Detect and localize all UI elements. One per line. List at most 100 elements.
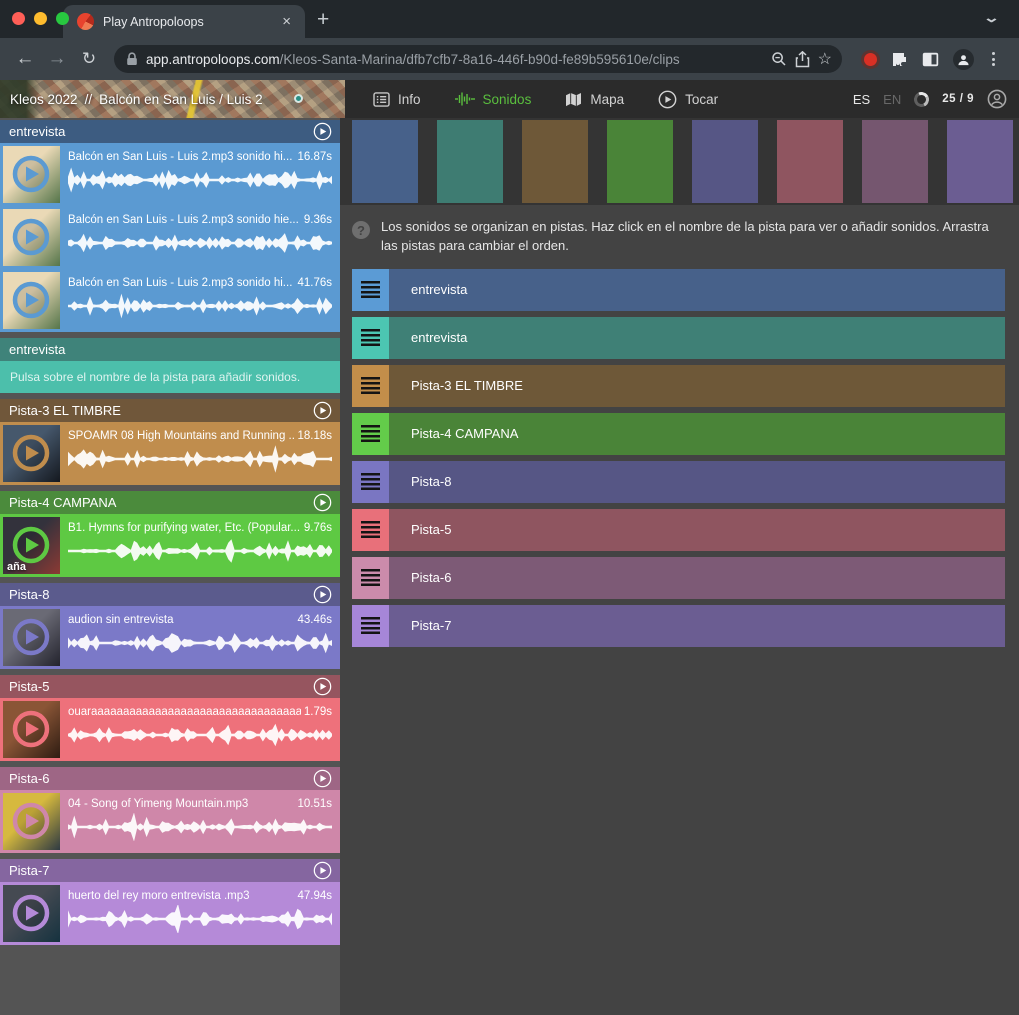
track-row[interactable]: Pista-5 (352, 509, 1005, 551)
clip-thumbnail[interactable] (3, 272, 60, 329)
track-row[interactable]: Pista-4 CAMPANA (352, 413, 1005, 455)
address-bar[interactable]: app.antropoloops.com/Kleos-Santa-Marina/… (114, 45, 842, 73)
bookmark-star-icon[interactable]: ☆ (818, 49, 832, 69)
track-drag-handle[interactable] (352, 317, 389, 359)
track-row-body[interactable]: Pista-7 (389, 605, 1005, 647)
favicon-antropoloops (77, 13, 94, 30)
sidebar-track-name: Pista-4 CAMPANA (9, 495, 116, 510)
clip-thumb-label: aña (7, 561, 26, 573)
browser-tab[interactable]: Play Antropoloops × (63, 5, 305, 38)
audio-clip[interactable]: Balcón en San Luis - Luis 2.mp3 sonido h… (0, 206, 340, 269)
lang-es[interactable]: ES (853, 92, 870, 107)
track-row-body[interactable]: entrevista (389, 269, 1005, 311)
record-indicator-icon[interactable] (864, 53, 877, 66)
sidebar-track-group: Pista-7 huerto del rey moro entrevista .… (0, 859, 340, 945)
zoom-level-icon[interactable] (771, 51, 787, 67)
browser-menu-icon[interactable] (988, 52, 999, 66)
tab-search-chevron-icon[interactable]: ⌄ (983, 10, 1000, 26)
extension-puzzle-icon[interactable] (891, 51, 908, 68)
page-title: Balcón en San Luis / Luis 2 (99, 92, 263, 107)
track-drag-handle[interactable] (352, 413, 389, 455)
clip-thumbnail[interactable] (3, 425, 60, 482)
back-button[interactable]: ← (12, 48, 38, 70)
audio-clip[interactable]: aña B1. Hymns for purifying water, Etc. … (0, 514, 340, 577)
clip-play-icon (11, 217, 51, 257)
track-row-body[interactable]: Pista-5 (389, 509, 1005, 551)
clip-waveform (68, 537, 332, 565)
drag-grip-icon (361, 473, 380, 490)
clip-thumbnail[interactable] (3, 609, 60, 666)
track-color-swatch (607, 120, 673, 203)
audio-clip[interactable]: 04 - Song of Yimeng Mountain.mp3 10.51s (0, 790, 340, 853)
track-drag-handle[interactable] (352, 461, 389, 503)
audio-clip[interactable]: huerto del rey moro entrevista .mp3 47.9… (0, 882, 340, 945)
sidebar-track-header[interactable]: Pista-8 (0, 583, 340, 606)
track-play-icon[interactable] (313, 122, 332, 141)
nav-sonidos[interactable]: Sonidos (455, 92, 532, 107)
clip-title: huerto del rey moro entrevista .mp3 (68, 890, 294, 902)
track-row-body[interactable]: Pista-4 CAMPANA (389, 413, 1005, 455)
audio-clip[interactable]: ouaraaaaaaaaaaaaaaaaaaaaaaaaaaaaaaaaaaaa… (0, 698, 340, 761)
track-play-icon[interactable] (313, 493, 332, 512)
sidebar-track-header[interactable]: entrevista (0, 120, 340, 143)
track-play-icon[interactable] (313, 401, 332, 420)
track-drag-handle[interactable] (352, 509, 389, 551)
zoom-window-button[interactable] (56, 12, 69, 25)
new-tab-button[interactable]: + (317, 8, 329, 32)
share-icon[interactable] (795, 51, 810, 68)
track-row[interactable]: Pista-7 (352, 605, 1005, 647)
forward-button[interactable]: → (44, 48, 70, 70)
clip-title: Balcón en San Luis - Luis 2.mp3 sonido h… (68, 151, 294, 163)
sidebar-track-group: entrevista Balcón en San Luis - Luis 2.m… (0, 120, 340, 332)
minimize-window-button[interactable] (34, 12, 47, 25)
tab-strip: Play Antropoloops × + ⌄ (0, 0, 1019, 38)
sidebar-track-header[interactable]: Pista-5 (0, 675, 340, 698)
nav-tocar[interactable]: Tocar (658, 90, 718, 109)
reload-button[interactable]: ↻ (76, 49, 102, 69)
clip-thumbnail[interactable] (3, 701, 60, 758)
audio-clip[interactable]: audion sin entrevista 43.46s (0, 606, 340, 669)
side-panel-icon[interactable] (922, 52, 939, 67)
profile-avatar[interactable] (953, 49, 974, 70)
clip-thumbnail[interactable]: aña (3, 517, 60, 574)
audio-clip[interactable]: Balcón en San Luis - Luis 2.mp3 sonido h… (0, 269, 340, 332)
clip-duration: 43.46s (297, 614, 332, 626)
sidebar-track-header[interactable]: entrevista (0, 338, 340, 361)
close-window-button[interactable] (12, 12, 25, 25)
track-drag-handle[interactable] (352, 365, 389, 407)
nav-mapa[interactable]: Mapa (565, 92, 624, 107)
track-row-body[interactable]: Pista-8 (389, 461, 1005, 503)
tab-close-icon[interactable]: × (278, 12, 295, 31)
track-drag-handle[interactable] (352, 557, 389, 599)
track-drag-handle[interactable] (352, 269, 389, 311)
sidebar-track-header[interactable]: Pista-3 EL TIMBRE (0, 399, 340, 422)
track-play-icon[interactable] (313, 677, 332, 696)
track-row-body[interactable]: entrevista (389, 317, 1005, 359)
sidebar-track-header[interactable]: Pista-6 (0, 767, 340, 790)
track-play-icon[interactable] (313, 585, 332, 604)
track-row[interactable]: entrevista (352, 269, 1005, 311)
track-row[interactable]: entrevista (352, 317, 1005, 359)
track-row[interactable]: Pista-3 EL TIMBRE (352, 365, 1005, 407)
track-drag-handle[interactable] (352, 605, 389, 647)
sidebar-track-header[interactable]: Pista-7 (0, 859, 340, 882)
clip-thumbnail[interactable] (3, 885, 60, 942)
clip-thumbnail[interactable] (3, 146, 60, 203)
audio-clip[interactable]: Balcón en San Luis - Luis 2.mp3 sonido h… (0, 143, 340, 206)
audio-clip[interactable]: SPOAMR 08 High Mountains and Running ...… (0, 422, 340, 485)
track-play-icon[interactable] (313, 769, 332, 788)
account-icon[interactable] (987, 89, 1007, 109)
track-row[interactable]: Pista-6 (352, 557, 1005, 599)
sidebar-track-header[interactable]: Pista-4 CAMPANA (0, 491, 340, 514)
track-row-body[interactable]: Pista-6 (389, 557, 1005, 599)
lang-en[interactable]: EN (883, 92, 901, 107)
nav-info[interactable]: Info (373, 92, 421, 107)
clip-thumbnail[interactable] (3, 209, 60, 266)
clip-waveform (68, 721, 332, 749)
clip-waveform (68, 905, 332, 933)
clip-thumbnail[interactable] (3, 793, 60, 850)
track-row[interactable]: Pista-8 (352, 461, 1005, 503)
track-play-icon[interactable] (313, 861, 332, 880)
track-color-swatch (862, 120, 928, 203)
track-row-body[interactable]: Pista-3 EL TIMBRE (389, 365, 1005, 407)
